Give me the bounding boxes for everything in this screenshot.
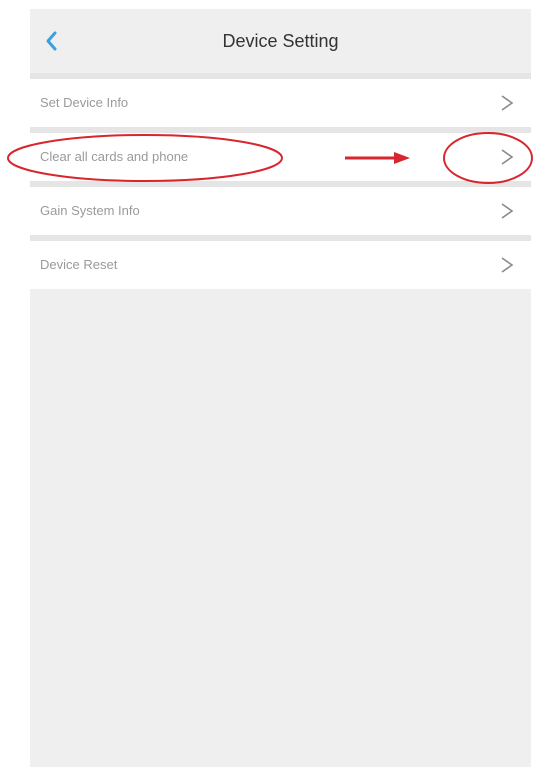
screenshot-page: Device Setting Set Device Info Clear all… (0, 0, 535, 767)
menu-item-device-reset[interactable]: Device Reset (30, 241, 531, 289)
menu-item-label: Device Reset (40, 257, 118, 272)
header-bar: Device Setting (30, 9, 531, 73)
chevron-right-icon (501, 257, 514, 273)
back-button[interactable] (38, 27, 66, 55)
menu-item-gain-system-info[interactable]: Gain System Info (30, 187, 531, 235)
menu-item-label: Set Device Info (40, 95, 129, 110)
menu-item-set-device-info[interactable]: Set Device Info (30, 79, 531, 127)
menu-item-clear-all-cards-and-phone[interactable]: Clear all cards and phone (30, 133, 531, 181)
menu-item-label: Gain System Info (40, 203, 140, 218)
menu-item-label: Clear all cards and phone (40, 149, 189, 164)
chevron-left-icon (46, 31, 57, 51)
chevron-right-icon (501, 95, 514, 111)
chevron-right-icon (501, 203, 514, 219)
page-title: Device Setting (222, 31, 339, 51)
device-setting-screen: Device Setting Set Device Info Clear all… (30, 9, 531, 767)
chevron-right-icon (501, 149, 514, 165)
